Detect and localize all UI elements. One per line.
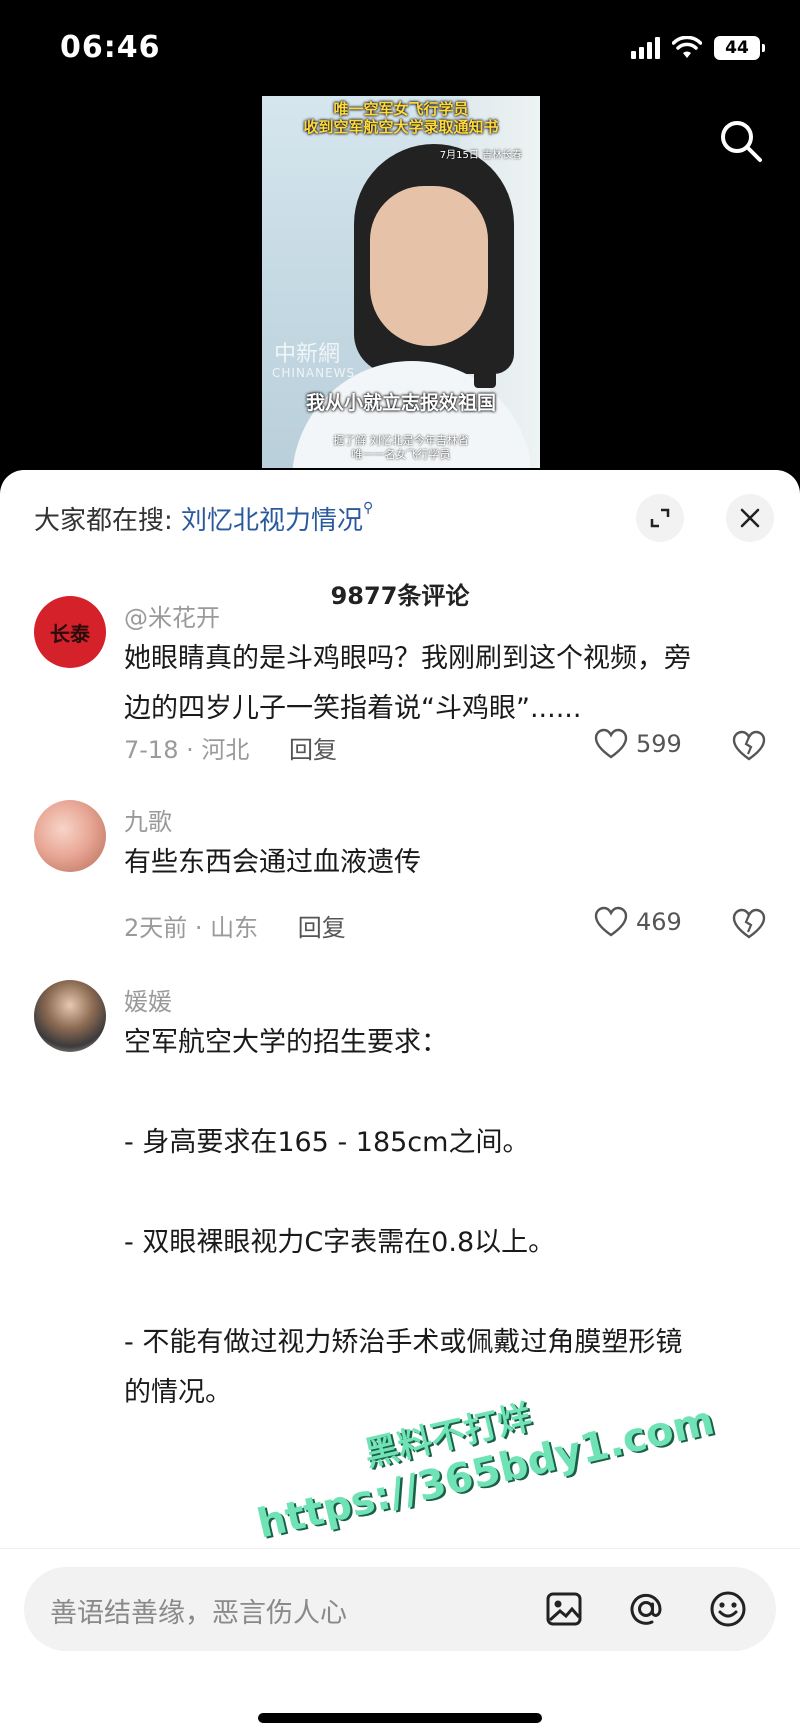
- comment-blank-line: [124, 1268, 764, 1318]
- like-button[interactable]: 599: [594, 728, 682, 760]
- like-count: 599: [636, 730, 682, 758]
- like-button[interactable]: 469: [594, 906, 682, 938]
- search-icon[interactable]: [716, 116, 766, 166]
- home-indicator[interactable]: [258, 1713, 542, 1723]
- video-caption-line: 唯一一名女飞行学员: [351, 448, 451, 461]
- comment-count: 9877条评论: [330, 582, 470, 610]
- comment-username[interactable]: 媛媛: [124, 982, 172, 1017]
- avatar[interactable]: 长泰: [34, 596, 106, 668]
- like-count: 469: [636, 908, 682, 936]
- reply-button[interactable]: 回复: [298, 914, 346, 942]
- comment-sheet: 大家都在搜: 刘忆北视力情况⚲ 9877条评论 长泰 @米花开 她眼睛真的是斗鸡…: [0, 470, 800, 1732]
- search-small-icon: ⚲: [363, 500, 374, 516]
- comment-input[interactable]: 善语结善缘，恶言伤人心: [24, 1567, 776, 1651]
- video-microphone: [474, 354, 496, 388]
- video-watermark-text: CHINANEWS: [272, 366, 356, 380]
- comment-line: - 身高要求在165 - 185cm之间。: [124, 1127, 530, 1158]
- avatar[interactable]: [34, 800, 106, 872]
- close-button[interactable]: [726, 494, 774, 542]
- broken-heart-icon[interactable]: [732, 730, 766, 762]
- video-watermark-logo: 中新網: [274, 342, 341, 367]
- comment-meta: 7-18 · 河北 回复: [124, 730, 337, 765]
- mention-icon[interactable]: [624, 1587, 668, 1631]
- comment-line: 边的四岁儿子一笑指着说“斗鸡眼”......: [124, 693, 582, 724]
- battery-icon: 44: [714, 36, 765, 60]
- video-subtitle: 我从小就立志报效祖国: [305, 392, 496, 414]
- comment-text: 她眼睛真的是斗鸡眼吗？我刚刷到这个视频，旁 边的四岁儿子一笑指着说“斗鸡眼”..…: [124, 634, 764, 734]
- broken-heart-icon[interactable]: [732, 908, 766, 940]
- status-bar: 06:46 44: [0, 0, 800, 100]
- comment-line: 空军航空大学的招生要求：: [124, 1027, 448, 1058]
- comment-username[interactable]: @米花开: [124, 598, 220, 633]
- comment-blank-line: [124, 1168, 764, 1218]
- video-title-line: 收到空军航空大学录取通知书: [303, 118, 499, 136]
- heart-icon: [594, 906, 628, 937]
- video-title: 唯一空军女飞行学员 收到空军航空大学录取通知书: [268, 100, 534, 136]
- comment-line: - 双眼裸眼视力C字表需在0.8以上。: [124, 1227, 556, 1258]
- close-icon: [740, 508, 760, 528]
- comment-meta: 2天前 · 山东 回复: [124, 908, 346, 943]
- comment-blank-line: [124, 1068, 764, 1118]
- video-date: 7月15日 吉林长春: [439, 150, 522, 161]
- comment-date-location: 7-18 · 河北: [124, 736, 250, 764]
- reply-button[interactable]: 回复: [289, 736, 337, 764]
- video-title-line: 唯一空军女飞行学员: [333, 100, 469, 118]
- status-icons: 44: [631, 36, 765, 60]
- image-icon[interactable]: [542, 1587, 586, 1631]
- wifi-icon: [672, 36, 702, 58]
- comment-input-bar: 善语结善缘，恶言伤人心: [0, 1548, 800, 1732]
- comment-username[interactable]: 九歌: [124, 802, 172, 837]
- video-person-face: [370, 186, 488, 346]
- input-placeholder: 善语结善缘，恶言伤人心: [50, 1598, 347, 1629]
- hot-search-term[interactable]: 刘忆北视力情况: [181, 506, 363, 536]
- video-caption: 据了解 刘忆北是今年吉林省 唯一一名女飞行学员: [262, 434, 540, 462]
- comment-line: 有些东西会通过血液遗传: [124, 847, 421, 878]
- emoji-icon[interactable]: [706, 1587, 750, 1631]
- hot-search-bar[interactable]: 大家都在搜: 刘忆北视力情况⚲: [34, 500, 373, 537]
- hot-search-prefix: 大家都在搜:: [34, 506, 173, 536]
- expand-icon: [650, 508, 670, 528]
- video-caption-line: 据了解 刘忆北是今年吉林省: [333, 434, 469, 447]
- status-time: 06:46: [60, 30, 161, 65]
- heart-icon: [594, 728, 628, 759]
- comment-line: 她眼睛真的是斗鸡眼吗？我刚刷到这个视频，旁: [124, 643, 691, 674]
- cellular-signal-icon: [631, 37, 660, 59]
- comment-date-location: 2天前 · 山东: [124, 914, 259, 942]
- comment-text: 有些东西会通过血液遗传: [124, 838, 764, 888]
- video-player[interactable]: 唯一空军女飞行学员 收到空军航空大学录取通知书 7月15日 吉林长春 中新網 C…: [262, 96, 540, 468]
- avatar[interactable]: [34, 980, 106, 1052]
- expand-button[interactable]: [636, 494, 684, 542]
